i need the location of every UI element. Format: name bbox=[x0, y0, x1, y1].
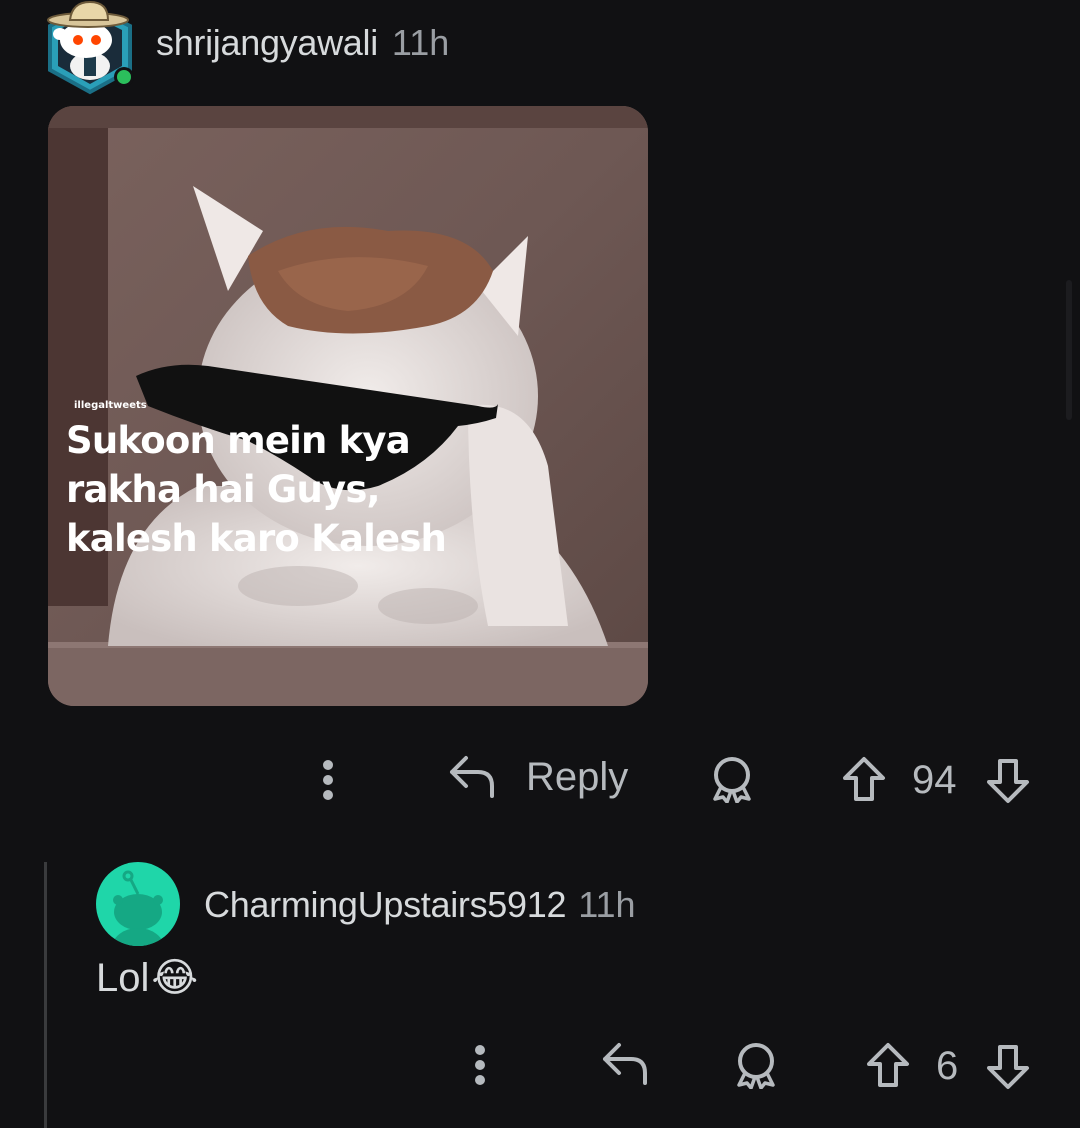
award-button[interactable] bbox=[730, 1040, 782, 1090]
laughing-emoji-icon: 😂 bbox=[151, 956, 199, 1000]
timestamp: 11h bbox=[391, 22, 450, 63]
reply-label: Reply bbox=[526, 754, 629, 799]
downvote-button[interactable] bbox=[984, 1042, 1032, 1092]
scrollbar-thumb[interactable] bbox=[1066, 280, 1072, 420]
meme-caption: Sukoon mein kya rakha hai Guys, kalesh k… bbox=[66, 416, 486, 563]
award-icon bbox=[713, 757, 751, 803]
username[interactable]: shrijangyawali bbox=[156, 22, 378, 64]
username[interactable]: CharmingUpstairs5912 bbox=[204, 884, 566, 926]
vote-score: 6 bbox=[936, 1044, 959, 1088]
caption-line: Sukoon mein kya bbox=[66, 419, 411, 462]
user-avatar[interactable] bbox=[40, 0, 140, 96]
thread-line[interactable] bbox=[44, 862, 47, 1128]
vertical-dots-icon bbox=[323, 760, 333, 800]
meme-watermark: illegaltweets bbox=[74, 400, 147, 411]
meme-image[interactable]: illegaltweets Sukoon mein kya rakha hai … bbox=[48, 106, 648, 706]
award-button[interactable] bbox=[706, 754, 758, 804]
vote-score: 94 bbox=[912, 758, 957, 802]
more-options-button[interactable] bbox=[306, 756, 350, 804]
upvote-arrow-icon bbox=[843, 757, 885, 801]
comment-meta: shrijangyawali 11h bbox=[156, 22, 449, 64]
vertical-dots-icon bbox=[475, 1045, 485, 1085]
caption-line: kalesh karo Kalesh bbox=[66, 517, 447, 560]
downvote-button[interactable] bbox=[984, 756, 1032, 806]
reply-arrow-icon bbox=[603, 1043, 647, 1085]
more-options-button[interactable] bbox=[458, 1042, 502, 1088]
comment-text: Lol bbox=[96, 955, 150, 1000]
upvote-arrow-icon bbox=[867, 1043, 909, 1087]
downvote-arrow-icon bbox=[987, 1045, 1029, 1089]
caption-line: rakha hai Guys, bbox=[66, 468, 381, 511]
reply-button[interactable] bbox=[600, 1040, 650, 1088]
downvote-arrow-icon bbox=[987, 759, 1029, 803]
user-avatar[interactable] bbox=[96, 862, 180, 946]
snoo-avatar-icon bbox=[112, 870, 164, 946]
comment-meta: CharmingUpstairs5912 11h bbox=[204, 884, 636, 926]
timestamp: 11h bbox=[578, 884, 636, 925]
upvote-button[interactable] bbox=[864, 1040, 912, 1090]
award-icon bbox=[737, 1043, 775, 1089]
comment-body: Lol 😂 bbox=[96, 955, 198, 1001]
reply-button[interactable]: Reply bbox=[448, 754, 628, 800]
reply-arrow-icon bbox=[450, 756, 494, 798]
upvote-button[interactable] bbox=[840, 754, 888, 804]
